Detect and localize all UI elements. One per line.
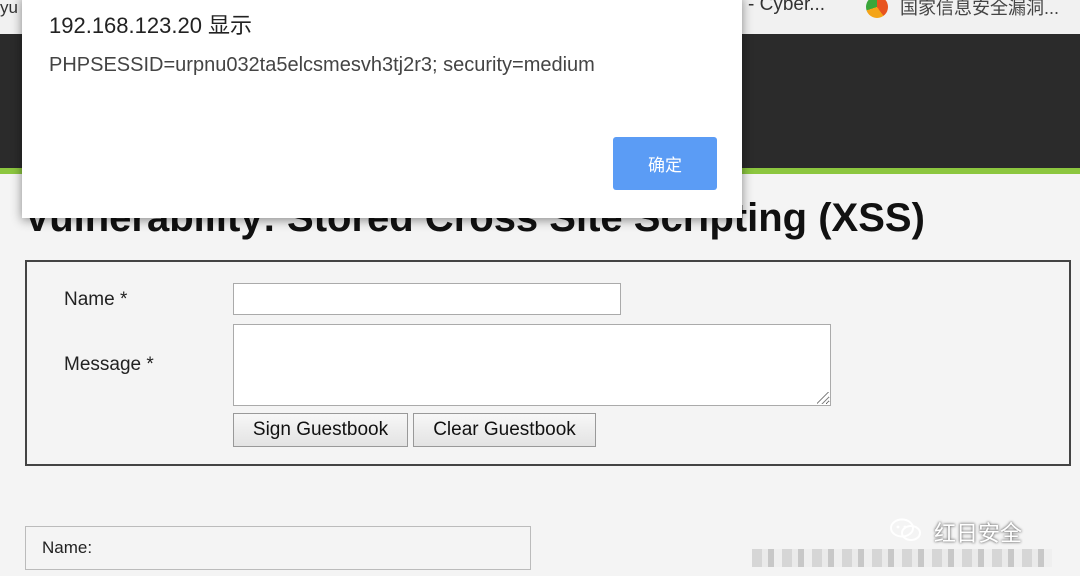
- bookmark-item[interactable]: 国家信息安全漏洞...: [900, 0, 1059, 20]
- guestbook-form: Name * Message * Sign Guestbook Clear Gu…: [25, 260, 1071, 466]
- cnnvd-icon: [866, 0, 888, 18]
- sign-guestbook-button[interactable]: Sign Guestbook: [233, 413, 408, 447]
- alert-dialog: 192.168.123.20 显示 PHPSESSID=urpnu032ta5e…: [22, 0, 742, 218]
- watermark-text: 红日安全: [934, 521, 1023, 546]
- name-label: Name *: [64, 289, 128, 310]
- message-input[interactable]: [233, 324, 831, 406]
- clear-guestbook-button[interactable]: Clear Guestbook: [413, 413, 596, 447]
- blurred-text: [752, 549, 1052, 567]
- ok-button[interactable]: 确定: [613, 137, 717, 190]
- bookmark-item[interactable]: yu: [0, 0, 18, 18]
- guestbook-entry: Name:: [25, 526, 531, 570]
- main-content: Vulnerability: Stored Cross Site Scripti…: [0, 174, 1080, 576]
- resize-grip-icon[interactable]: [817, 392, 829, 404]
- wechat-icon: [890, 518, 921, 541]
- alert-title: 192.168.123.20 显示: [49, 13, 253, 38]
- message-label: Message *: [64, 354, 154, 375]
- name-input[interactable]: [233, 283, 621, 315]
- bookmark-item[interactable]: - Cyber...: [748, 0, 825, 16]
- entry-name-label: Name:: [42, 538, 93, 557]
- alert-message: PHPSESSID=urpnu032ta5elcsmesvh3tj2r3; se…: [49, 54, 595, 76]
